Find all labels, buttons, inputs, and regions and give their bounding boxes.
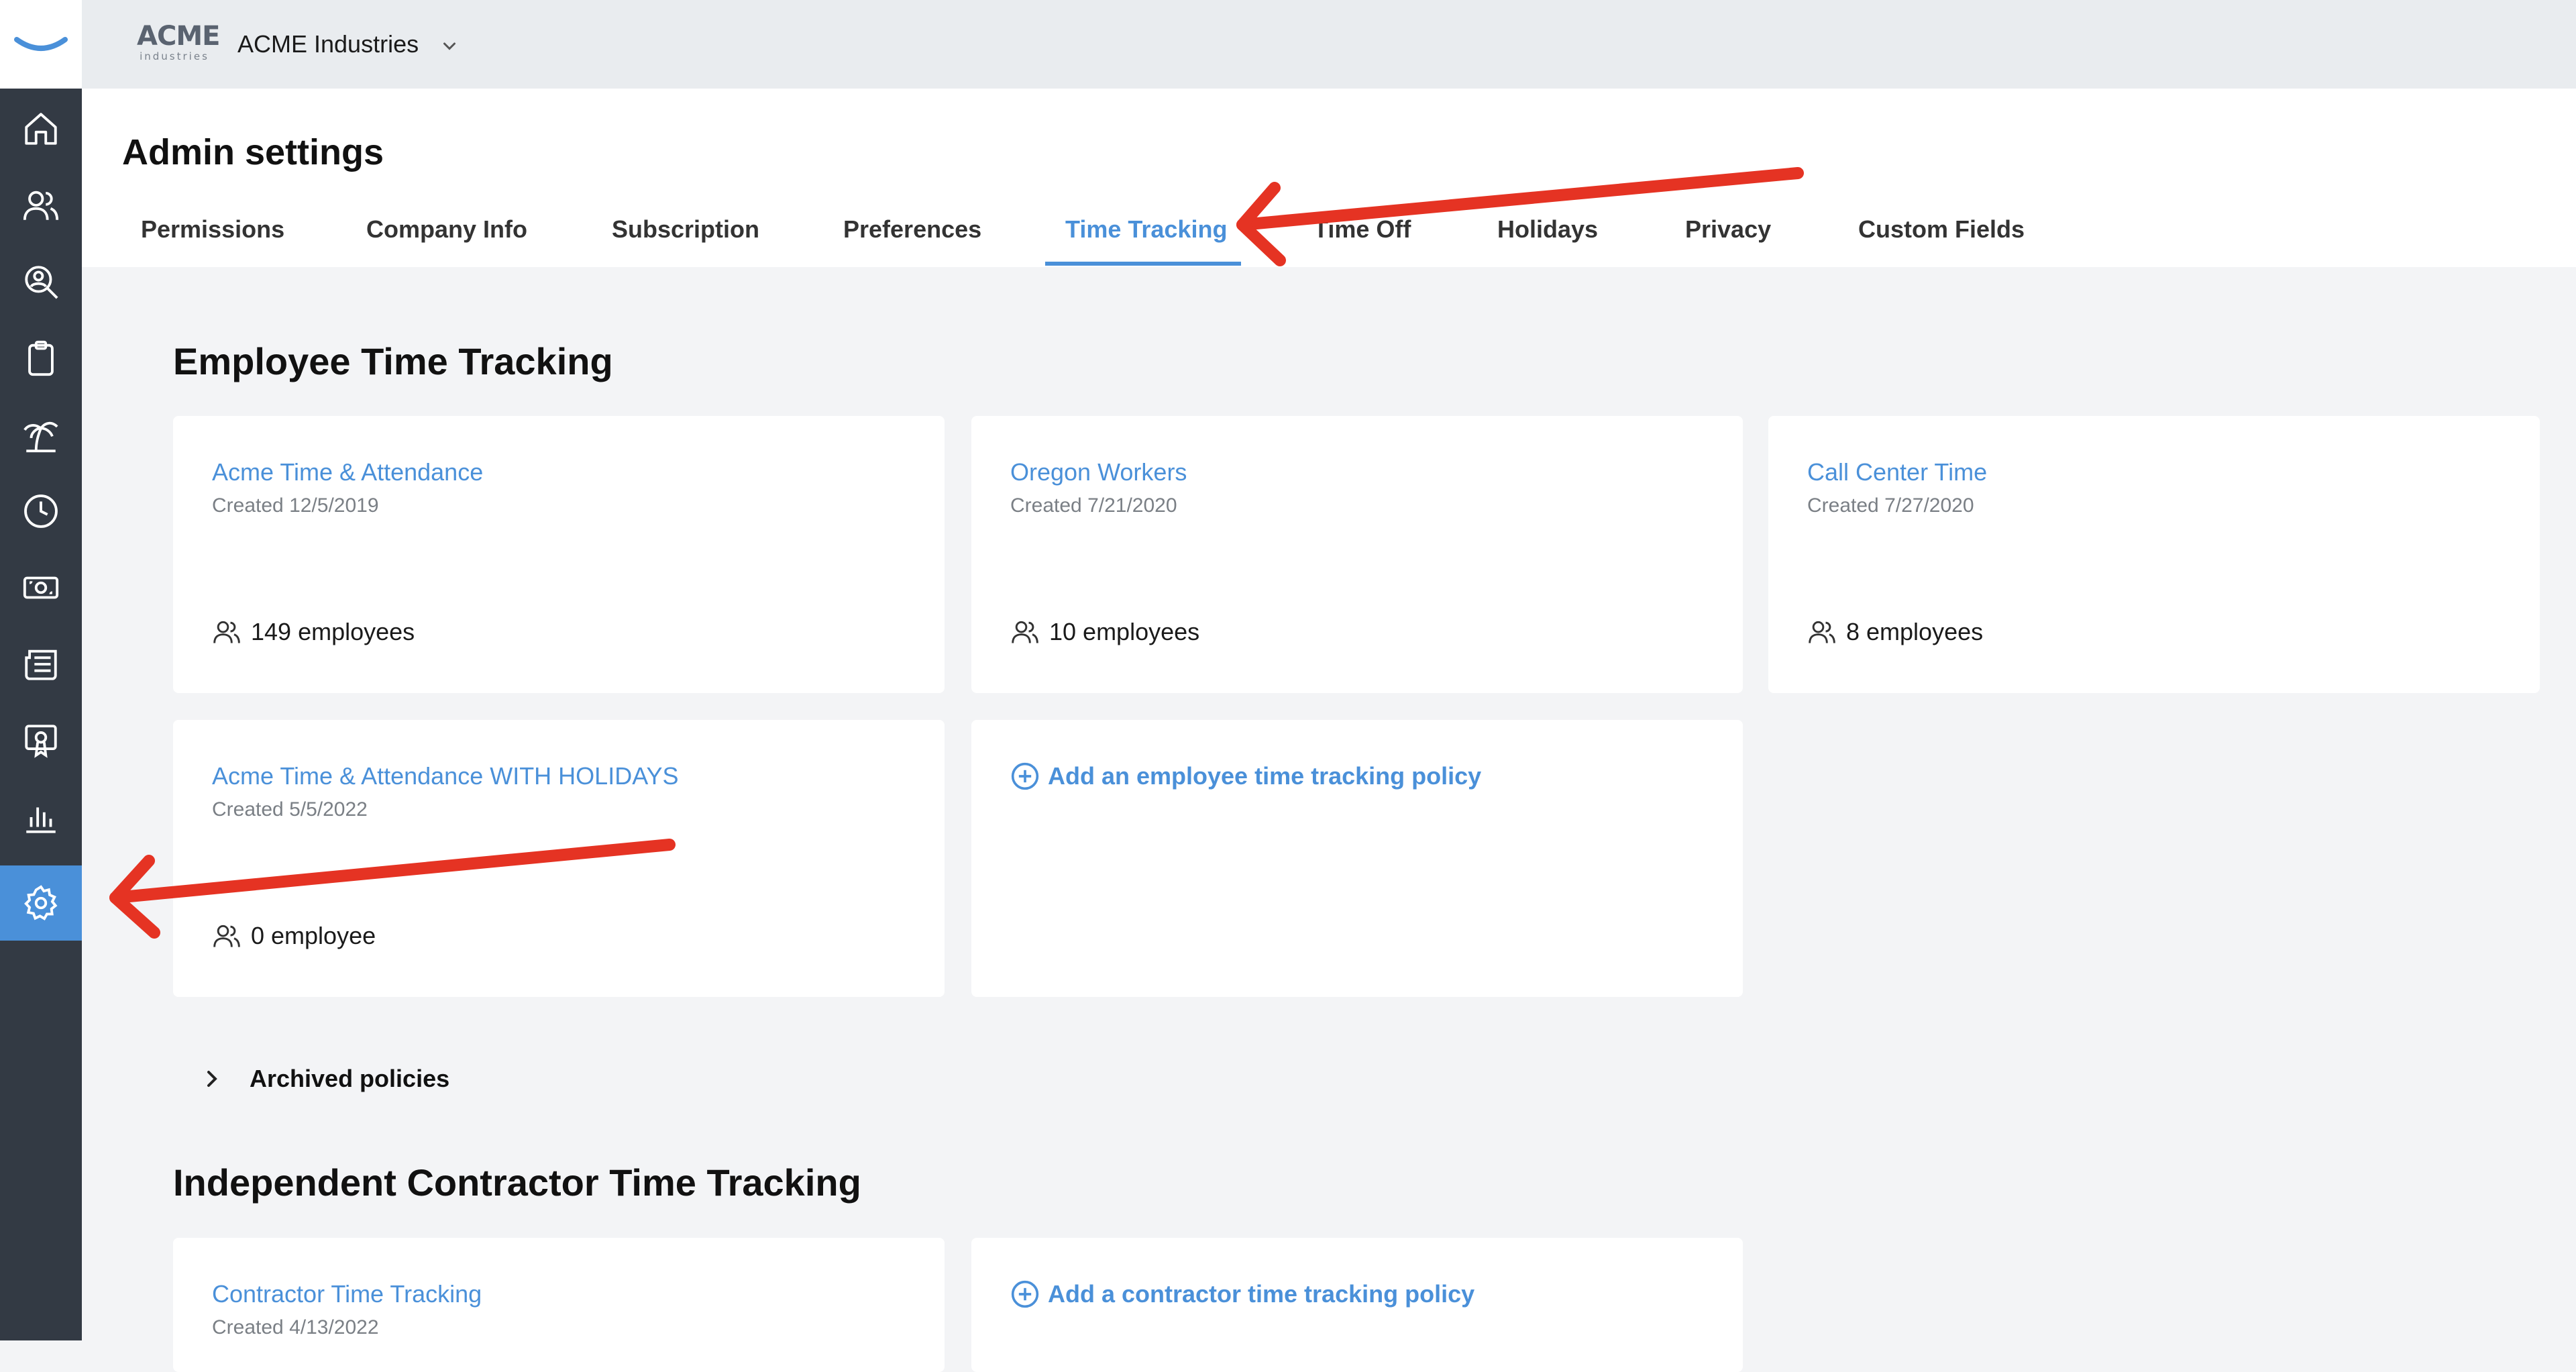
tab-holidays[interactable]: Holidays [1497,215,1598,244]
sidebar-item-hiring[interactable] [0,244,82,319]
people-icon [213,621,240,643]
plus-circle-icon [1011,762,1039,790]
policy-card[interactable]: Acme Time & Attendance Created 12/5/2019… [173,416,945,693]
sidebar-item-people[interactable] [0,168,82,243]
tab-custom-fields[interactable]: Custom Fields [1858,215,2025,244]
newspaper-icon [25,649,57,680]
people-icon [23,191,59,220]
policy-name-link[interactable]: Contractor Time Tracking [212,1279,482,1309]
app-logo[interactable] [0,0,82,89]
policy-card[interactable]: Call Center Time Created 7/27/2020 8 emp… [1768,416,2540,693]
sidebar-item-reports[interactable] [0,780,82,855]
sidebar-item-payroll[interactable] [0,550,82,625]
add-contractor-policy-button[interactable]: Add a contractor time tracking policy [1010,1279,1474,1309]
sidebar-nav [0,0,82,1340]
employee-count: 0 employee [212,921,376,951]
employee-count: 8 employees [1807,617,1983,647]
policy-name-link[interactable]: Oregon Workers [1010,458,1187,487]
employee-count: 10 employees [1010,617,1199,647]
page-title: Admin settings [122,132,384,172]
add-contractor-policy-card[interactable]: Add a contractor time tracking policy [971,1238,1743,1372]
policy-card[interactable]: Oregon Workers Created 7/21/2020 10 empl… [971,416,1743,693]
sidebar-item-time-tracking[interactable] [0,474,82,549]
search-person-icon [25,266,58,299]
tab-preferences[interactable]: Preferences [843,215,981,244]
policy-created-date: Created 4/13/2022 [212,1316,379,1338]
palm-tree-icon [23,421,58,453]
active-tab-indicator [1045,262,1241,266]
clock-icon [24,494,58,528]
tab-time-tracking[interactable]: Time Tracking [1065,215,1227,244]
tab-subscription[interactable]: Subscription [612,215,759,244]
policy-name-link[interactable]: Call Center Time [1807,458,1987,487]
add-employee-policy-button[interactable]: Add an employee time tracking policy [1010,761,1481,791]
smile-logo-icon [14,37,68,51]
bar-chart-icon [26,807,56,833]
policy-created-date: Created 5/5/2022 [212,798,368,821]
people-icon [1012,621,1038,643]
sidebar-item-time-off[interactable] [0,397,82,472]
home-icon [25,113,57,145]
top-bar: ACME industries ACME Industries [82,0,2576,89]
gear-icon [24,885,58,920]
sidebar-item-home[interactable] [0,91,82,166]
policy-created-date: Created 7/21/2020 [1010,494,1177,517]
tab-company-info[interactable]: Company Info [366,215,527,244]
tab-privacy[interactable]: Privacy [1685,215,1771,244]
add-employee-policy-card[interactable]: Add an employee time tracking policy [971,720,1743,997]
employee-count: 149 employees [212,617,415,647]
certificate-icon [25,725,57,758]
sidebar-item-documents[interactable] [0,627,82,702]
sidebar-item-training[interactable] [0,703,82,778]
tab-time-off[interactable]: Time Off [1313,215,1411,244]
sidebar-item-settings[interactable] [0,865,82,941]
clipboard-icon [28,340,54,376]
company-logo: ACME industries [137,21,220,62]
policy-name-link[interactable]: Acme Time & Attendance [212,458,483,487]
money-icon [23,576,59,599]
sidebar-item-tasks[interactable] [0,321,82,396]
people-icon [1809,621,1835,643]
company-name[interactable]: ACME Industries [237,30,419,59]
policy-card[interactable]: Contractor Time Tracking Created 4/13/20… [173,1238,945,1372]
policy-card[interactable]: Acme Time & Attendance WITH HOLIDAYS Cre… [173,720,945,997]
plus-circle-icon [1011,1280,1039,1308]
page-header: Admin settings Permissions Company Info … [82,89,2576,267]
employee-section-title: Employee Time Tracking [173,340,613,382]
tab-permissions[interactable]: Permissions [141,215,284,244]
policy-created-date: Created 7/27/2020 [1807,494,1974,517]
archived-policies-toggle[interactable]: Archived policies [199,1064,449,1094]
chevron-right-icon [207,1071,217,1087]
chevron-down-icon[interactable] [437,34,462,58]
policy-name-link[interactable]: Acme Time & Attendance WITH HOLIDAYS [212,761,679,791]
contractor-section-title: Independent Contractor Time Tracking [173,1161,861,1204]
arrow-head-settings [109,855,160,939]
people-icon [213,925,240,947]
policy-created-date: Created 12/5/2019 [212,494,379,517]
